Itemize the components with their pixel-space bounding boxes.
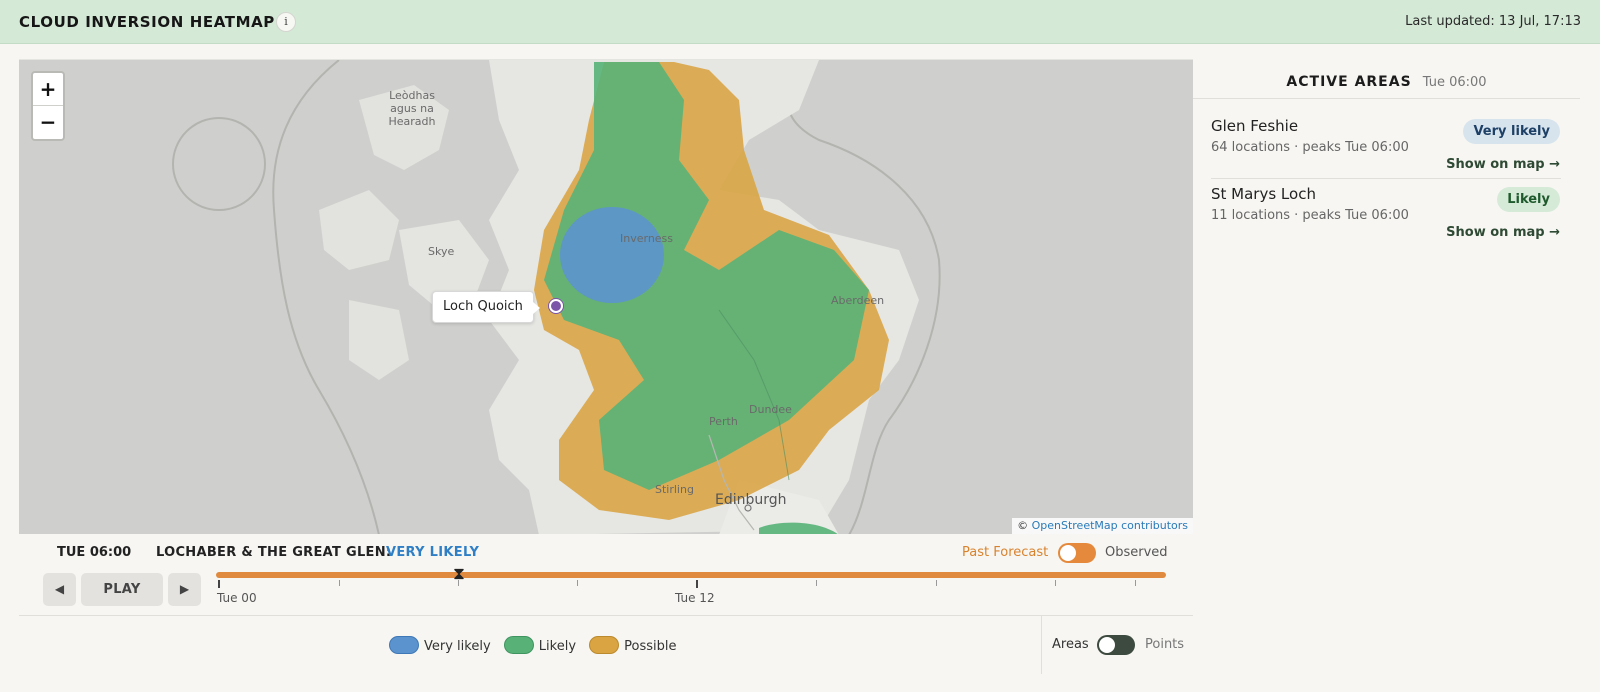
legend-swatch: [389, 636, 419, 654]
area-card-glen-feshie[interactable]: Glen Feshie 64 locations · peaks Tue 06:…: [1211, 117, 1561, 179]
timeline-tick: [1055, 580, 1056, 586]
app-title: CLOUD INVERSION HEATMAP: [19, 13, 275, 31]
panel-title: ACTIVE AREAS: [1286, 74, 1412, 90]
area-meta: 11 locations · peaks Tue 06:00: [1211, 208, 1409, 223]
timeline-slider-track[interactable]: [216, 572, 1166, 578]
legend-item-likely: Likely: [503, 636, 577, 654]
active-areas-panel: ACTIVE AREAS Tue 06:00 Glen Feshie 64 lo…: [1193, 59, 1580, 674]
timeline-area-status: VERY LIKELY: [386, 545, 480, 560]
timeline-tick: [577, 580, 578, 586]
map-attribution: © OpenStreetMap contributors: [1012, 518, 1193, 534]
area-name: Glen Feshie: [1211, 117, 1299, 135]
area-card-st-marys-loch[interactable]: St Marys Loch 11 locations · peaks Tue 0…: [1211, 185, 1561, 248]
location-callout: Loch Quoich: [432, 291, 540, 323]
timeline-tick: [816, 580, 817, 586]
tick-label-start: Tue 00: [217, 591, 257, 605]
next-step-button[interactable]: ▶: [168, 573, 201, 606]
legend-swatch: [589, 636, 620, 654]
forecast-observed-toggle[interactable]: [1058, 543, 1096, 563]
timeline-current-time: TUE 06:00: [57, 545, 132, 560]
legend: Very likely Likely Possible: [389, 636, 686, 654]
status-badge: Very likely: [1463, 119, 1560, 144]
tick-label-mid: Tue 12: [675, 591, 715, 605]
legend-divider: [1041, 616, 1042, 674]
timeline-tick: [339, 580, 340, 586]
map-label-dundee: Dundee: [749, 403, 792, 416]
show-on-map-link[interactable]: Show on map →: [1446, 225, 1560, 240]
timeline-tick: [218, 580, 220, 588]
legend-item-very-likely: Very likely: [389, 636, 491, 654]
panel-header: ACTIVE AREAS Tue 06:00: [1193, 59, 1580, 99]
chevron-left-icon: ◀: [54, 582, 65, 596]
zoom-out-button[interactable]: −: [33, 106, 63, 139]
previous-step-button[interactable]: ◀: [43, 573, 76, 606]
map-label-perth: Perth: [709, 415, 738, 428]
panel-time: Tue 06:00: [1422, 75, 1487, 90]
map-view[interactable]: + − Leòdhas agus na Hearadh Skye Inverne…: [19, 59, 1193, 534]
toggle-knob: [1099, 637, 1115, 653]
legend-label: Possible: [624, 639, 677, 654]
osm-attribution-link[interactable]: OpenStreetMap contributors: [1032, 519, 1188, 532]
map-label-aberdeen: Aberdeen: [831, 294, 885, 307]
timeline-panel: TUE 06:00 LOCHABER & THE GREAT GLEN: VER…: [19, 534, 1193, 616]
area-name: St Marys Loch: [1211, 185, 1316, 203]
chevron-right-icon: ▶: [179, 582, 190, 596]
legend-bar: Very likely Likely Possible Areas Points: [19, 616, 1193, 674]
last-updated: Last updated: 13 Jul, 17:13: [1405, 14, 1581, 29]
location-marker[interactable]: [549, 299, 563, 313]
info-icon[interactable]: i: [276, 12, 296, 32]
hourglass-icon[interactable]: ⧗: [453, 566, 465, 583]
legend-label: Likely: [538, 639, 577, 654]
observed-label: Observed: [1105, 545, 1168, 560]
show-on-map-link[interactable]: Show on map →: [1446, 157, 1560, 172]
legend-swatch: [503, 636, 534, 654]
app-header: CLOUD INVERSION HEATMAP i Last updated: …: [0, 0, 1600, 44]
map-label-skye: Skye: [428, 245, 455, 258]
legend-label: Very likely: [424, 639, 491, 654]
areas-points-toggle[interactable]: [1097, 635, 1135, 655]
timeline-area-label: LOCHABER & THE GREAT GLEN:: [156, 545, 392, 560]
timeline-tick: [936, 580, 937, 586]
timeline-tick: [696, 580, 698, 588]
map-label-edinburgh: Edinburgh: [715, 492, 787, 508]
past-forecast-label: Past Forecast: [962, 545, 1049, 560]
points-label: Points: [1145, 637, 1185, 652]
play-button[interactable]: PLAY: [81, 573, 163, 606]
zoom-in-button[interactable]: +: [33, 73, 63, 106]
legend-item-possible: Possible: [589, 636, 677, 654]
map-label-stirling: Stirling: [655, 483, 694, 496]
zoom-control: + −: [31, 71, 65, 141]
toggle-knob: [1060, 545, 1076, 561]
map-label-lewis: Leòdhas agus na Hearadh: [388, 89, 436, 128]
map-label-inverness: Inverness: [620, 232, 674, 245]
areas-label: Areas: [1052, 637, 1089, 652]
timeline-tick: [1135, 580, 1136, 586]
attribution-prefix: ©: [1017, 519, 1029, 532]
area-meta: 64 locations · peaks Tue 06:00: [1211, 140, 1409, 155]
map-basemap: [19, 60, 1193, 534]
status-badge: Likely: [1497, 187, 1560, 212]
